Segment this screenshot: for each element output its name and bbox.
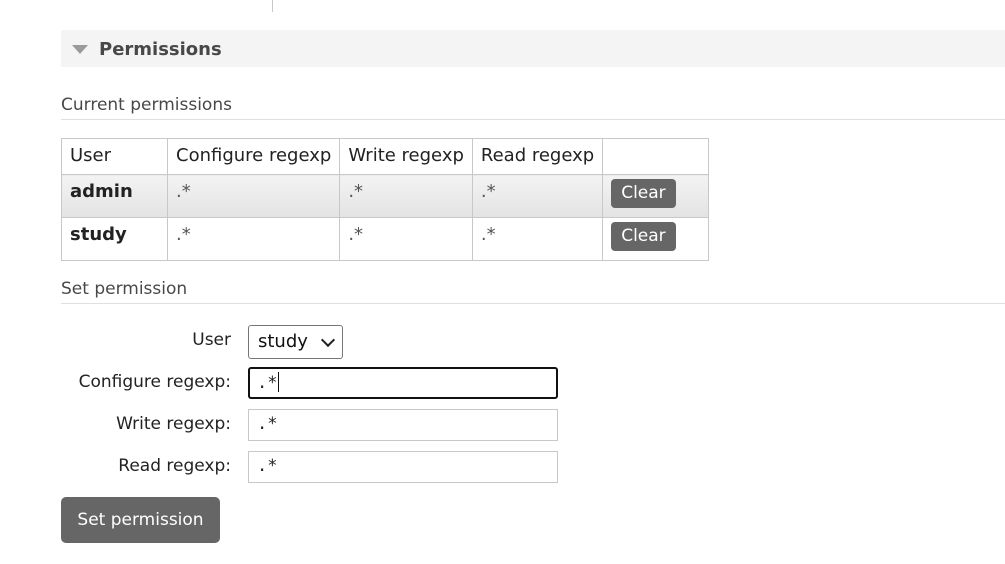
column-header-read: Read regexp (471, 138, 604, 175)
cell-write: .* (339, 174, 473, 218)
configure-regexp-input[interactable]: .* (248, 367, 558, 399)
write-row: Write regexp: .* (61, 409, 561, 443)
cell-action: Clear (602, 217, 710, 261)
table-row: study .* .* .* Clear (61, 217, 710, 261)
write-regexp-input[interactable]: .* (248, 409, 558, 441)
user-label: User (192, 330, 231, 350)
permissions-section-header[interactable]: Permissions (61, 30, 1005, 67)
read-row: Read regexp: .* (61, 451, 561, 485)
clear-study-button[interactable]: Clear (611, 222, 676, 251)
section-title: Permissions (99, 39, 222, 60)
set-permission-button[interactable]: Set permission (61, 497, 220, 543)
write-label: Write regexp: (116, 414, 231, 434)
configure-label: Configure regexp: (78, 372, 231, 392)
chevron-down-icon (320, 332, 336, 348)
cell-configure: .* (166, 174, 341, 218)
cell-user: admin (61, 174, 168, 218)
table-row: admin .* .* .* Clear (61, 174, 710, 218)
write-regexp-value: .* (257, 414, 278, 434)
table-header-row: User Configure regexp Write regexp Read … (61, 138, 710, 175)
user-select[interactable]: study (248, 325, 343, 359)
current-permissions-heading: Current permissions (61, 95, 1005, 120)
user-row: User study (61, 325, 561, 359)
column-header-write: Write regexp (339, 138, 473, 175)
cell-user: study (61, 217, 168, 261)
cell-write: .* (339, 217, 473, 261)
column-header-actions (602, 138, 710, 175)
configure-row: Configure regexp: .* (61, 367, 561, 401)
permissions-table: User Configure regexp Write regexp Read … (61, 138, 710, 261)
cell-action: Clear (602, 174, 710, 218)
read-regexp-value: .* (257, 456, 278, 476)
divider-line (272, 0, 273, 12)
column-header-user: User (61, 138, 168, 175)
text-caret (278, 372, 280, 392)
cell-configure: .* (166, 217, 341, 261)
collapse-arrow-icon[interactable] (72, 45, 88, 54)
clear-admin-button[interactable]: Clear (611, 179, 676, 208)
configure-regexp-value: .* (257, 373, 278, 393)
cell-read: .* (471, 174, 604, 218)
read-label: Read regexp: (118, 456, 231, 476)
set-permission-heading: Set permission (61, 279, 1005, 304)
column-header-configure: Configure regexp (166, 138, 341, 175)
cell-read: .* (471, 217, 604, 261)
read-regexp-input[interactable]: .* (248, 451, 558, 483)
user-select-value: study (258, 331, 308, 352)
